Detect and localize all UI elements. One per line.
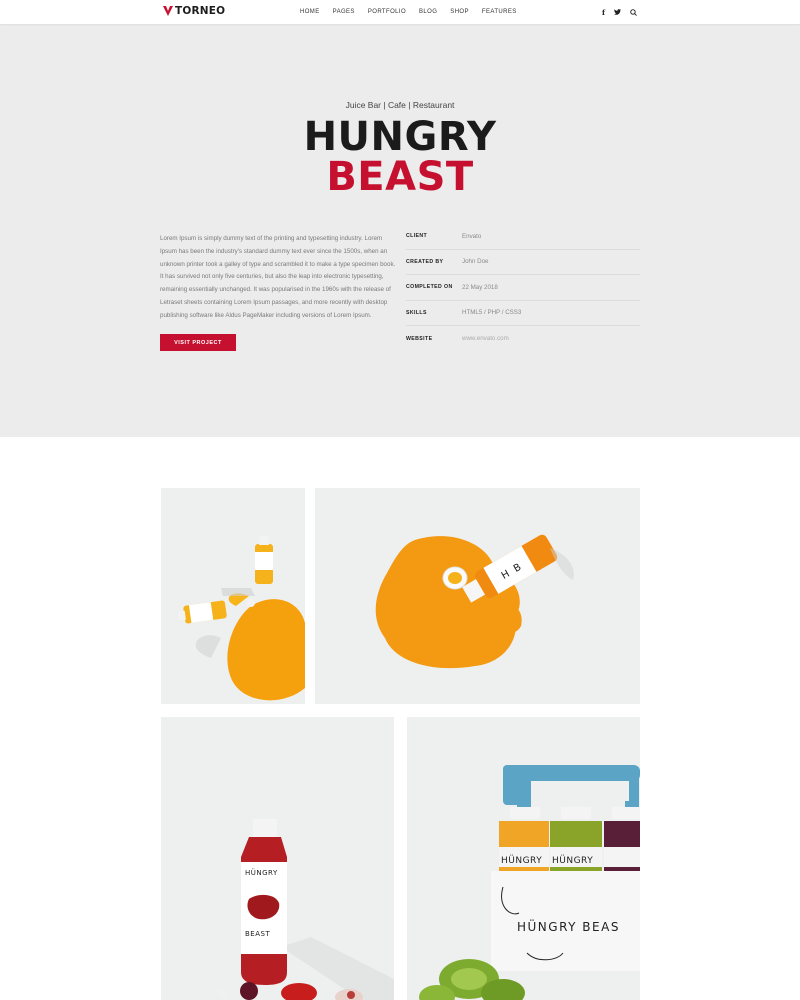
nav-shop[interactable]: SHOP	[450, 9, 469, 15]
logo[interactable]: TORNEO	[163, 5, 225, 17]
meta-row-created-by: CREATED BY John Doe	[406, 250, 640, 275]
meta-row-client: CLIENT Envato	[406, 224, 640, 250]
meta-value: HTML5 / PHP / CSS3	[462, 309, 522, 317]
nav-pages[interactable]: PAGES	[333, 9, 355, 15]
meta-label: CREATED BY	[406, 258, 444, 265]
meta-label: WEBSITE	[406, 335, 433, 342]
bottle-brand-text: HÜNGRY	[501, 855, 542, 866]
orange-splash-illustration: H B	[315, 488, 640, 704]
project-meta: CLIENT Envato CREATED BY John Doe COMPLE…	[406, 224, 640, 352]
spilled-juice-illustration	[161, 488, 305, 704]
logo-icon	[163, 6, 173, 16]
meta-value: 22 May 2018	[462, 283, 498, 291]
site-header: TORNEO HOME PAGES PORTFOLIO BLOG SHOP FE…	[0, 0, 800, 24]
nav-portfolio[interactable]: PORTFOLIO	[368, 9, 406, 15]
juice-carrier-illustration: HÜNGRY HÜNGRY HÜNGRY BEAS	[407, 717, 640, 1000]
brand-name: TORNEO	[175, 5, 226, 17]
meta-value: John Doe	[462, 258, 489, 266]
box-brand-text: HÜNGRY BEAS	[517, 918, 620, 934]
header-actions: f	[602, 0, 637, 24]
visit-project-button[interactable]: VISIT PROJECT	[160, 334, 236, 351]
bottle-brand-text: BEAST	[245, 930, 270, 938]
meta-row-website: WEBSITE www.envato.com	[406, 326, 640, 352]
nav-features[interactable]: FEATURES	[482, 9, 517, 15]
bottle-brand-text: HÜNGRY	[552, 855, 593, 866]
meta-row-skills: SKILLS HTML5 / PHP / CSS3	[406, 301, 640, 326]
website-link[interactable]: www.envato.com	[462, 335, 509, 342]
nav-home[interactable]: HOME	[300, 9, 320, 15]
meta-label: COMPLETED ON	[406, 284, 453, 291]
meta-label: CLIENT	[406, 233, 428, 240]
project-description: Lorem Ipsum is simply dummy text of the …	[160, 235, 396, 319]
main-nav: HOME PAGES PORTFOLIO BLOG SHOP FEATURES	[300, 0, 530, 24]
gallery-image-juice-carrier[interactable]: HÜNGRY HÜNGRY HÜNGRY BEAS	[407, 717, 640, 1000]
meta-label: SKILLS	[406, 309, 427, 316]
gallery-image-bottle-splash[interactable]: H B	[315, 488, 640, 704]
project-title-line2: BEAST	[326, 154, 474, 200]
facebook-icon[interactable]: f	[602, 8, 605, 17]
nav-blog[interactable]: BLOG	[419, 9, 437, 15]
bottle-brand-text: HÜNGRY	[245, 868, 278, 877]
project-subtitle: Juice Bar | Cafe | Restaurant	[345, 100, 455, 110]
search-icon[interactable]	[630, 8, 637, 16]
meta-value: Envato	[462, 232, 482, 240]
meta-row-completed-on: COMPLETED ON 22 May 2018	[406, 275, 640, 301]
gallery-image-spilled-bottles[interactable]	[161, 488, 305, 704]
red-juice-bottle-illustration: HÜNGRY BEAST	[161, 717, 394, 1000]
gallery-image-red-bottle[interactable]: HÜNGRY BEAST	[161, 717, 394, 1000]
twitter-icon[interactable]	[614, 9, 621, 15]
project-hero	[0, 24, 800, 437]
